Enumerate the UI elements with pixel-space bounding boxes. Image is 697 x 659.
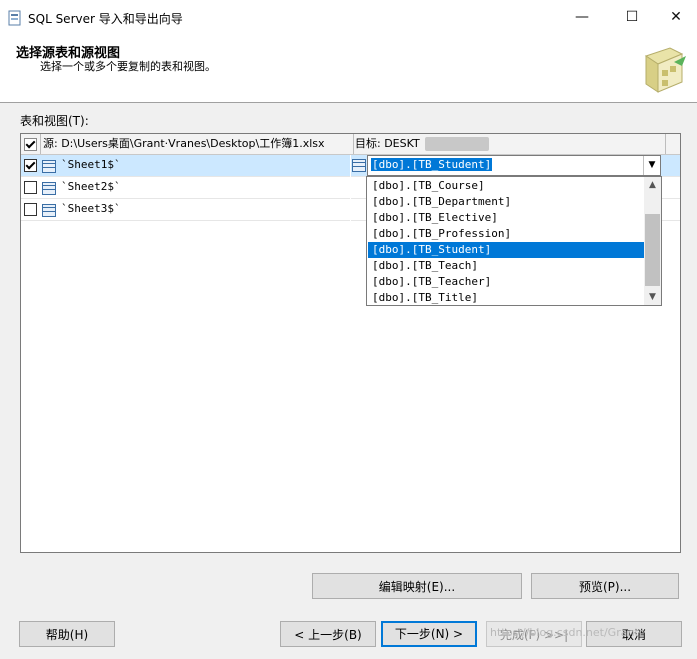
preview-button[interactable]: 预览(P)...: [531, 573, 679, 599]
title-bar: SQL Server 导入和导出向导 — ☐ ✕: [0, 0, 697, 36]
next-button[interactable]: 下一步(N) >: [381, 621, 477, 647]
chevron-up-icon[interactable]: ▲: [644, 177, 661, 193]
dropdown-option[interactable]: [dbo].[TB_Elective]: [368, 210, 648, 226]
target-column-header: 目标: DESKT: [351, 134, 666, 154]
scrollbar-thumb[interactable]: [645, 214, 660, 286]
row-checkbox[interactable]: [24, 203, 37, 216]
maximize-button[interactable]: ☐: [609, 0, 655, 36]
dropdown-option[interactable]: [dbo].[TB_Teacher]: [368, 274, 648, 290]
dropdown-option[interactable]: [dbo].[TB_Profession]: [368, 226, 648, 242]
target-dropdown-list[interactable]: [dbo].[TB_Course] [dbo].[TB_Department] …: [366, 176, 662, 306]
dropdown-option[interactable]: [dbo].[TB_Course]: [368, 178, 648, 194]
table-icon: [42, 182, 56, 195]
source-table-name: `Sheet1$`: [61, 158, 121, 171]
table-row[interactable]: `Sheet1$`: [21, 155, 350, 177]
grid-header: 源: D:\Users桌面\Grant·Vranes\Desktop\工作簿1.…: [21, 134, 680, 155]
chevron-down-icon[interactable]: ▼: [644, 289, 661, 305]
tables-and-views-label: 表和视图(T):: [20, 114, 89, 128]
dropdown-option-selected[interactable]: [dbo].[TB_Student]: [368, 242, 648, 258]
source-table-name: `Sheet2$`: [61, 180, 121, 193]
redacted-server-name: [425, 137, 489, 151]
select-all-cell[interactable]: [21, 134, 41, 154]
wizard-header: 选择源表和源视图 选择一个或多个要复制的表和视图。: [0, 36, 697, 103]
row-checkbox[interactable]: [24, 159, 37, 172]
table-icon: [42, 160, 56, 173]
close-button[interactable]: ✕: [655, 0, 697, 36]
page-subtitle: 选择一个或多个要复制的表和视图。: [40, 60, 216, 73]
combo-selected-value: [dbo].[TB_Student]: [371, 158, 493, 171]
row-checkbox[interactable]: [24, 181, 37, 194]
select-all-checkbox[interactable]: [24, 138, 37, 151]
window-title: SQL Server 导入和导出向导: [28, 12, 183, 26]
help-button[interactable]: 帮助(H): [19, 621, 115, 647]
source-column-header: 源: D:\Users桌面\Grant·Vranes\Desktop\工作簿1.…: [40, 134, 354, 154]
dropdown-option[interactable]: [dbo].[TB_Department]: [368, 194, 648, 210]
back-button[interactable]: < 上一步(B): [280, 621, 376, 647]
edit-mappings-button[interactable]: 编辑映射(E)...: [312, 573, 522, 599]
table-icon: [352, 159, 366, 172]
wizard-app-icon: [8, 10, 21, 26]
wizard-logo-icon: [640, 40, 688, 98]
target-destination-combobox[interactable]: [dbo].[TB_Student] ▼: [367, 155, 661, 176]
minimize-button[interactable]: —: [559, 0, 605, 36]
dropdown-option[interactable]: [dbo].[TB_Title]: [368, 290, 648, 306]
dropdown-option[interactable]: [dbo].[TB_Teach]: [368, 258, 648, 274]
source-table-name: `Sheet3$`: [61, 202, 121, 215]
table-icon: [42, 204, 56, 217]
watermark-text: https://blog.csdn.net/Grantr: [490, 626, 644, 639]
table-row[interactable]: `Sheet2$`: [21, 177, 350, 199]
chevron-down-icon[interactable]: ▼: [643, 156, 660, 175]
table-row[interactable]: `Sheet3$`: [21, 199, 350, 221]
dropdown-scrollbar[interactable]: ▲ ▼: [644, 177, 661, 305]
